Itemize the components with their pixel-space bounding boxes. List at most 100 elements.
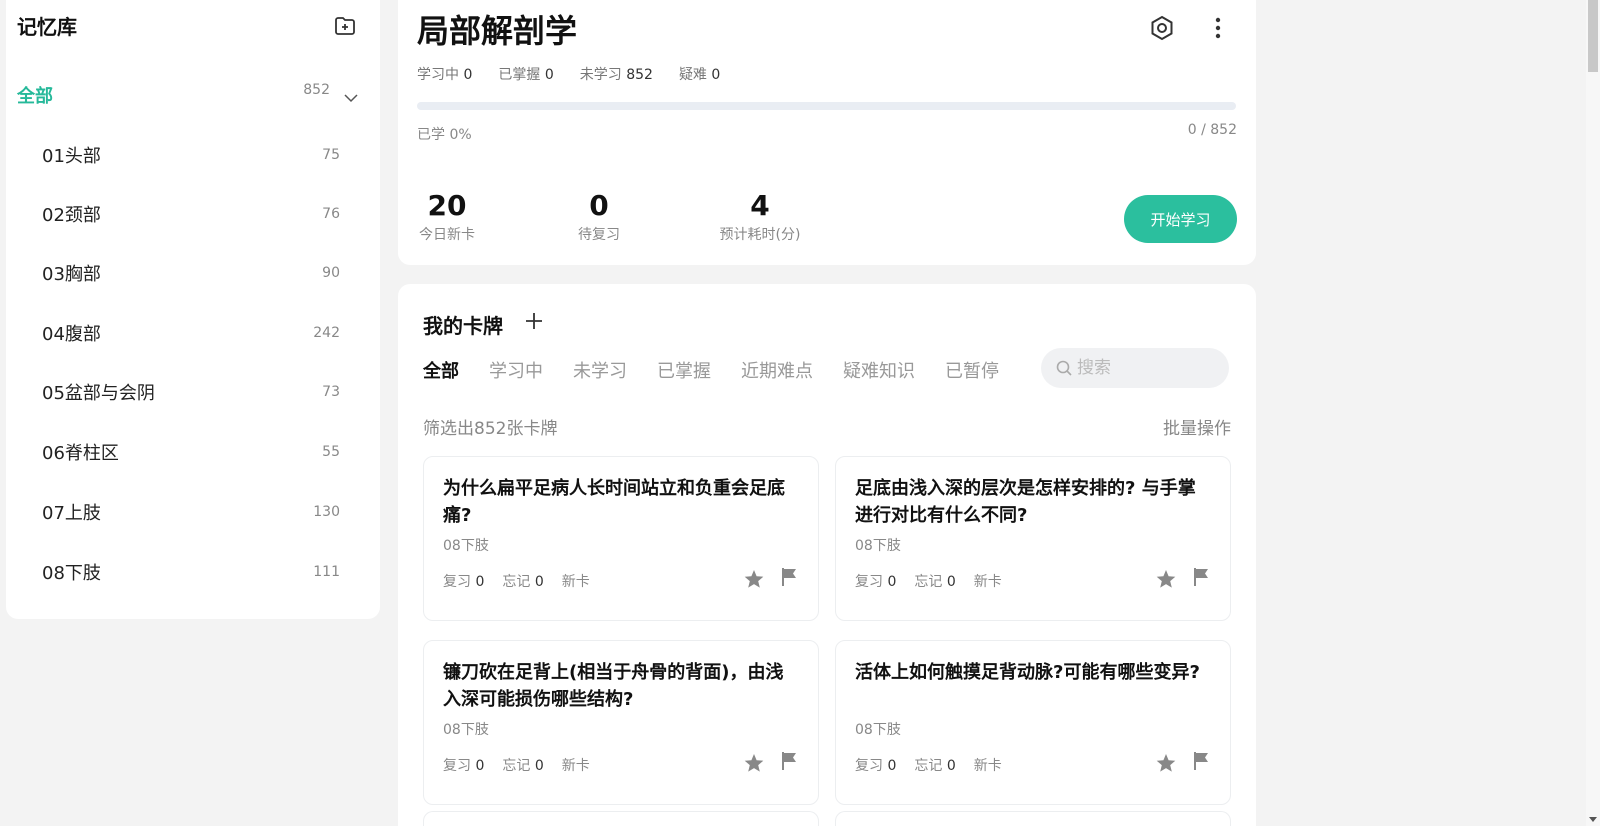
card[interactable]: 活体上如何触摸足背动脉?可能有哪些变异? 08下肢 复习 0 忘记 0 新卡 — [835, 640, 1231, 805]
scrollbar-thumb[interactable] — [1588, 0, 1598, 72]
star-icon[interactable] — [1155, 752, 1177, 774]
card-forget-count: 0 — [946, 574, 956, 590]
stat-mastered: 已掌握 0 — [498, 64, 553, 84]
card-review-label: 复习 — [855, 758, 883, 774]
card-forget-count: 0 — [946, 758, 956, 774]
card-status: 新卡 — [973, 574, 1002, 590]
card-forget: 忘记 0 — [502, 755, 543, 775]
stat-label: 未学习 — [579, 67, 622, 83]
card[interactable]: 足底由浅入深的层次是怎样安排的? 与手掌进行对比有什么不同? 08下肢 复习 0 忘记… — [835, 456, 1231, 621]
page-title: 局部解剖学 — [417, 12, 578, 50]
sidebar-item-label: 04腹部 — [42, 324, 101, 345]
flag-icon[interactable] — [1191, 566, 1211, 588]
learned-percent: 已学 0% — [417, 127, 472, 143]
bulk-actions-link[interactable]: 批量操作 — [1163, 414, 1231, 439]
chevron-down-icon[interactable] — [342, 88, 360, 106]
card-tag: 08下肢 — [855, 722, 901, 738]
sidebar-item-label: 全部 — [17, 86, 53, 107]
flag-icon[interactable] — [779, 566, 799, 588]
sidebar-item-count: 90 — [322, 265, 340, 281]
star-icon[interactable] — [743, 752, 765, 774]
sidebar-item-count: 111 — [313, 564, 340, 580]
card-review-label: 复习 — [443, 758, 471, 774]
sidebar-item[interactable]: 05盆部与会阴 73 — [42, 374, 340, 414]
folder-plus-icon[interactable] — [333, 14, 357, 38]
sidebar-item[interactable]: 07上肢 130 — [42, 494, 340, 534]
metric-value: 0 — [589, 189, 609, 222]
stat-unlearned: 未学习 852 — [580, 64, 653, 84]
card-forget: 忘记 0 — [502, 571, 543, 591]
card-status: 新卡 — [561, 574, 590, 590]
stat-label: 已掌握 — [498, 67, 541, 83]
sidebar-item[interactable]: 04腹部 242 — [42, 315, 340, 355]
stat-value: 852 — [626, 67, 653, 83]
card-meta: 复习 0 忘记 0 新卡 — [443, 755, 590, 775]
more-vertical-icon[interactable] — [1206, 14, 1230, 42]
card-tag: 08下肢 — [443, 722, 489, 738]
sidebar-item[interactable]: 06脊柱区 55 — [42, 434, 340, 474]
card-tag: 08下肢 — [443, 538, 489, 554]
star-icon[interactable] — [1155, 568, 1177, 590]
card-meta: 复习 0 忘记 0 新卡 — [443, 571, 590, 591]
tab[interactable]: 已暂停 — [945, 357, 999, 383]
tab[interactable]: 全部 — [423, 357, 459, 383]
stat-value: 0 — [711, 67, 721, 83]
flag-icon[interactable] — [1191, 750, 1211, 772]
metric-value: 4 — [750, 189, 770, 222]
star-icon[interactable] — [743, 568, 765, 590]
card-review-count: 0 — [887, 574, 897, 590]
filter-count: 筛选出852张卡牌 — [423, 419, 558, 439]
metric-estimated-time: 4 预计耗时(分) — [716, 190, 804, 244]
card-meta: 复习 0 忘记 0 新卡 — [855, 571, 1002, 591]
card-status: 新卡 — [973, 758, 1002, 774]
sidebar-item-label: 07上肢 — [42, 503, 101, 524]
sidebar-item-all[interactable]: 全部 852 — [17, 80, 360, 114]
page-scrollbar[interactable] — [1586, 0, 1600, 826]
sidebar-item-label: 02颈部 — [42, 205, 101, 226]
card-question: 足底由浅入深的层次是怎样安排的? 与手掌进行对比有什么不同? — [855, 478, 1196, 526]
filter-tabs: 全部 学习中 未学习 已掌握 近期难点 疑难知识 已暂停 — [423, 357, 1029, 383]
tab[interactable]: 近期难点 — [741, 357, 813, 383]
sidebar-item-label: 06脊柱区 — [42, 443, 119, 464]
card[interactable]: 镰刀砍在足背上(相当于舟骨的背面)，由浅入深可能损伤哪些结构? 08下肢 复习 0忘… — [423, 640, 819, 805]
sidebar-header: 记忆库 — [17, 12, 360, 42]
card-partial[interactable] — [835, 811, 1231, 826]
progress-bar — [417, 102, 1236, 110]
settings-icon[interactable] — [1148, 14, 1176, 42]
plus-icon[interactable] — [523, 310, 545, 332]
sidebar-item[interactable]: 03胸部 90 — [42, 255, 340, 295]
search-input[interactable] — [1077, 356, 1217, 380]
tab[interactable]: 疑难知识 — [843, 357, 915, 383]
card[interactable]: 为什么扁平足病人长时间站立和负重会足底痛? 08下肢 复习 0 忘记 0 新卡 — [423, 456, 819, 621]
card-question: 活体上如何触摸足背动脉?可能有哪些变异? — [855, 662, 1200, 683]
card-forget-label: 忘记 — [502, 574, 531, 590]
cards-panel: 我的卡牌 全部 学习中 未学习 已掌握 近期难点 疑难知识 已暂停 筛选出852张卡牌 批量… — [398, 284, 1256, 826]
learned-count: 0 / 852 — [1187, 122, 1237, 138]
flag-icon[interactable] — [779, 750, 799, 772]
sidebar-item[interactable]: 01头部 75 — [42, 137, 340, 177]
card-review-count: 0 — [475, 758, 485, 774]
card-forget-label: 忘记 — [914, 758, 943, 774]
stat-value: 0 — [544, 67, 554, 83]
scroll-down-arrow-icon[interactable] — [1586, 814, 1600, 826]
card-meta: 复习 0 忘记 0 新卡 — [855, 755, 1002, 775]
search-box[interactable] — [1041, 348, 1229, 388]
sidebar-item-count: 55 — [322, 444, 340, 460]
sidebar-item-count: 73 — [322, 384, 340, 400]
card-forget-label: 忘记 — [914, 574, 943, 590]
tab[interactable]: 学习中 — [489, 357, 543, 383]
card-partial[interactable] — [423, 811, 819, 826]
sidebar-item-count: 242 — [313, 325, 340, 341]
card-review: 复习 0 — [855, 755, 896, 775]
start-study-button[interactable]: 开始学习 — [1124, 195, 1237, 243]
sidebar-item[interactable]: 08下肢 111 — [42, 554, 340, 594]
tab[interactable]: 已掌握 — [657, 357, 711, 383]
card-forget: 忘记 0 — [914, 755, 955, 775]
tab[interactable]: 未学习 — [573, 357, 627, 383]
sidebar-item-label: 03胸部 — [42, 264, 101, 285]
stat-label: 疑难 — [678, 67, 707, 83]
stat-learning: 学习中 0 — [417, 64, 472, 84]
sidebar: 记忆库 全部 852 01头部 75 02颈部 76 03胸部 90 04腹部 242 05盆部… — [6, 0, 380, 619]
card-forget: 忘记 0 — [914, 571, 955, 591]
sidebar-item[interactable]: 02颈部 76 — [42, 196, 340, 236]
